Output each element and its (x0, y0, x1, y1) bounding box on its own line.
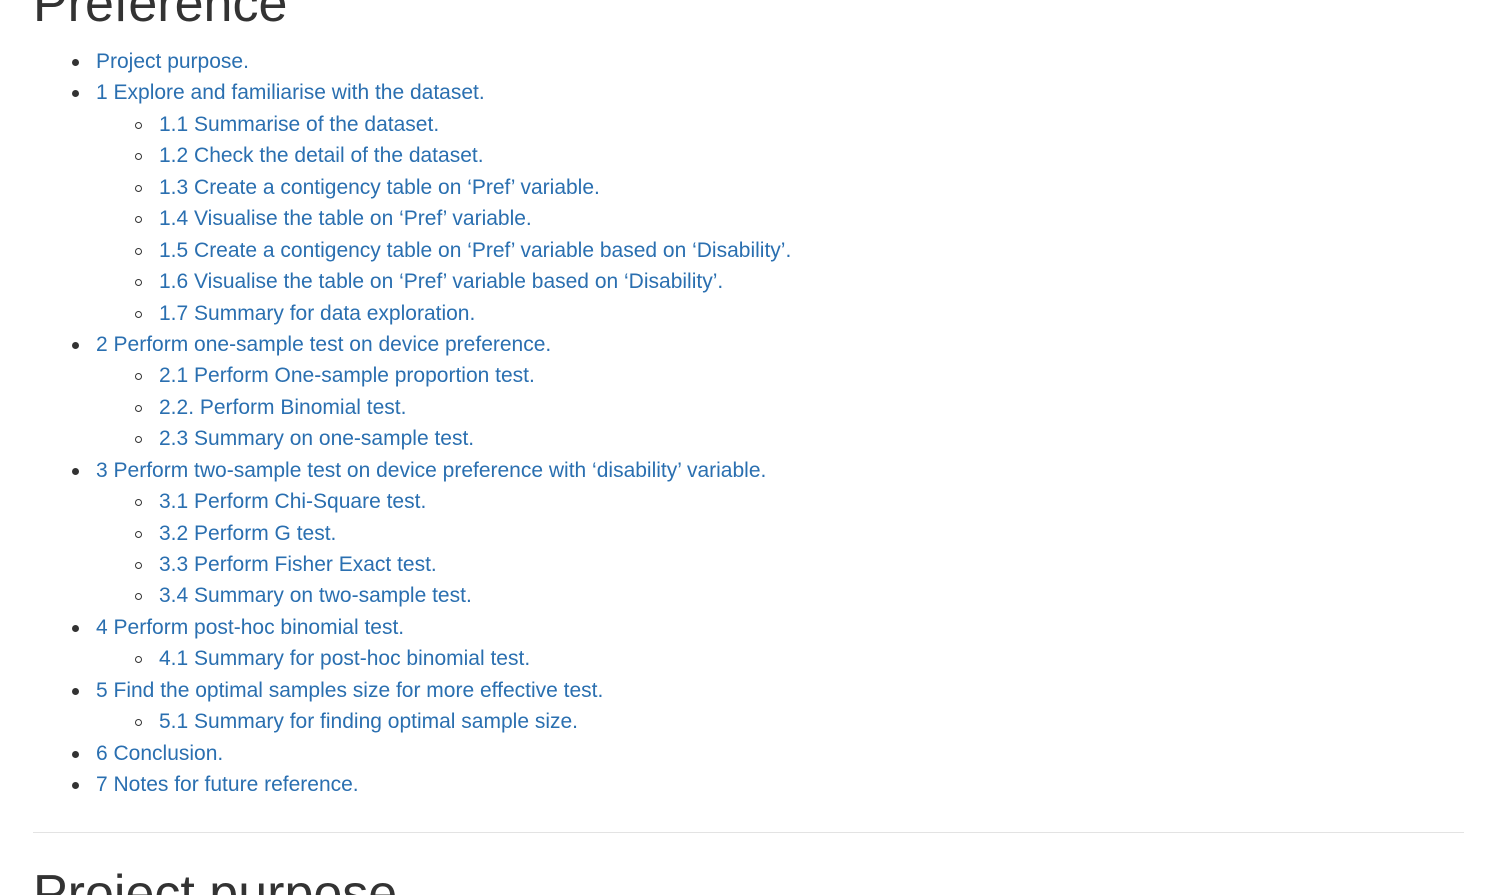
toc-link[interactable]: 1.6 Visualise the table on ‘Pref’ variab… (159, 270, 723, 293)
toc-item: 5 Find the optimal samples size for more… (0, 675, 791, 706)
toc-subitem: 4.1 Summary for post-hoc binomial test. (0, 643, 791, 674)
bullet-disc-icon (72, 687, 79, 695)
toc-link[interactable]: 1.2 Check the detail of the dataset. (159, 144, 484, 167)
toc-link[interactable]: 1.3 Create a contigency table on ‘Pref’ … (159, 176, 600, 199)
toc-link[interactable]: Project purpose. (96, 50, 249, 73)
toc-link[interactable]: 2.2. Perform Binomial test. (159, 396, 406, 419)
toc-item: 4 Perform post-hoc binomial test. (0, 612, 791, 643)
toc-subitem: 3.4 Summary on two-sample test. (0, 580, 791, 611)
bullet-circle-icon (135, 499, 142, 507)
toc-link[interactable]: 2 Perform one-sample test on device pref… (96, 333, 551, 356)
bullet-disc-icon (72, 59, 79, 66)
bullet-circle-icon (135, 247, 142, 255)
bullet-circle-icon (135, 530, 142, 538)
bullet-circle-icon (135, 404, 142, 412)
bullet-circle-icon (135, 593, 142, 601)
toc-subitem: 3.3 Perform Fisher Exact test. (0, 549, 791, 580)
toc-link[interactable]: 7 Notes for future reference. (96, 773, 359, 796)
bullet-disc-icon (72, 90, 79, 98)
toc-subitem: 1.7 Summary for data exploration. (0, 298, 791, 329)
toc-item: 6 Conclusion. (0, 738, 791, 769)
toc-link[interactable]: 3 Perform two-sample test on device pref… (96, 459, 766, 482)
toc-subitem: 2.3 Summary on one-sample test. (0, 423, 791, 454)
toc-link[interactable]: 1.7 Summary for data exploration. (159, 302, 475, 325)
toc-item: 2 Perform one-sample test on device pref… (0, 329, 791, 360)
toc-link[interactable]: 4.1 Summary for post-hoc binomial test. (159, 647, 530, 670)
toc-subitem: 1.6 Visualise the table on ‘Pref’ variab… (0, 266, 791, 297)
bullet-disc-icon (72, 341, 79, 349)
toc-item: 7 Notes for future reference. (0, 769, 791, 800)
toc-subitem: 5.1 Summary for finding optimal sample s… (0, 706, 791, 737)
toc-subitem: 1.5 Create a contigency table on ‘Pref’ … (0, 235, 791, 266)
toc-item: 3 Perform two-sample test on device pref… (0, 455, 791, 486)
toc-subitem: 3.1 Perform Chi-Square test. (0, 486, 791, 517)
toc-link[interactable]: 3.2 Perform G test. (159, 522, 336, 545)
toc-link[interactable]: 4 Perform post-hoc binomial test. (96, 616, 404, 639)
toc-link[interactable]: 1 Explore and familiarise with the datas… (96, 81, 485, 104)
bullet-circle-icon (135, 184, 142, 192)
section-heading-project-purpose: Project purpose (33, 865, 398, 895)
bullet-circle-icon (135, 436, 142, 444)
toc-subitem: 2.1 Perform One-sample proportion test. (0, 360, 791, 391)
bullet-circle-icon (135, 310, 142, 318)
bullet-circle-icon (135, 216, 142, 224)
bullet-disc-icon (72, 750, 79, 758)
toc-link[interactable]: 2.3 Summary on one-sample test. (159, 427, 474, 450)
toc-link[interactable]: 6 Conclusion. (96, 742, 223, 765)
toc-subitem: 2.2. Perform Binomial test. (0, 392, 791, 423)
bullet-circle-icon (135, 373, 142, 381)
toc-link[interactable]: 5 Find the optimal samples size for more… (96, 679, 603, 702)
toc-link[interactable]: 1.5 Create a contigency table on ‘Pref’ … (159, 239, 791, 262)
bullet-disc-icon (72, 467, 79, 475)
bullet-circle-icon (135, 719, 142, 727)
toc-item: Project purpose. (0, 46, 791, 77)
bullet-disc-icon (72, 624, 79, 632)
table-of-contents: Project purpose. 1 Explore and familiari… (0, 46, 791, 801)
bullet-circle-icon (135, 121, 142, 129)
toc-link[interactable]: 1.4 Visualise the table on ‘Pref’ variab… (159, 207, 532, 230)
toc-subitem: 3.2 Perform G test. (0, 518, 791, 549)
bullet-circle-icon (135, 153, 142, 161)
bullet-circle-icon (135, 656, 142, 664)
toc-subitem: 1.3 Create a contigency table on ‘Pref’ … (0, 172, 791, 203)
toc-link[interactable]: 3.1 Perform Chi-Square test. (159, 490, 426, 513)
toc-item: 1 Explore and familiarise with the datas… (0, 77, 791, 108)
toc-subitem: 1.1 Summarise of the dataset. (0, 109, 791, 140)
document-page: Preference Project purpose. 1 Explore an… (0, 0, 1500, 895)
toc-subitem: 1.4 Visualise the table on ‘Pref’ variab… (0, 203, 791, 234)
toc-link[interactable]: 5.1 Summary for finding optimal sample s… (159, 710, 578, 733)
toc-link[interactable]: 1.1 Summarise of the dataset. (159, 113, 439, 136)
toc-link[interactable]: 2.1 Perform One-sample proportion test. (159, 364, 535, 387)
bullet-disc-icon (72, 782, 79, 790)
section-heading-preference: Preference (33, 0, 288, 33)
toc-link[interactable]: 3.3 Perform Fisher Exact test. (159, 553, 437, 576)
horizontal-divider (33, 832, 1464, 833)
bullet-circle-icon (135, 562, 142, 569)
toc-subitem: 1.2 Check the detail of the dataset. (0, 140, 791, 171)
bullet-circle-icon (135, 279, 142, 287)
toc-link[interactable]: 3.4 Summary on two-sample test. (159, 584, 472, 607)
